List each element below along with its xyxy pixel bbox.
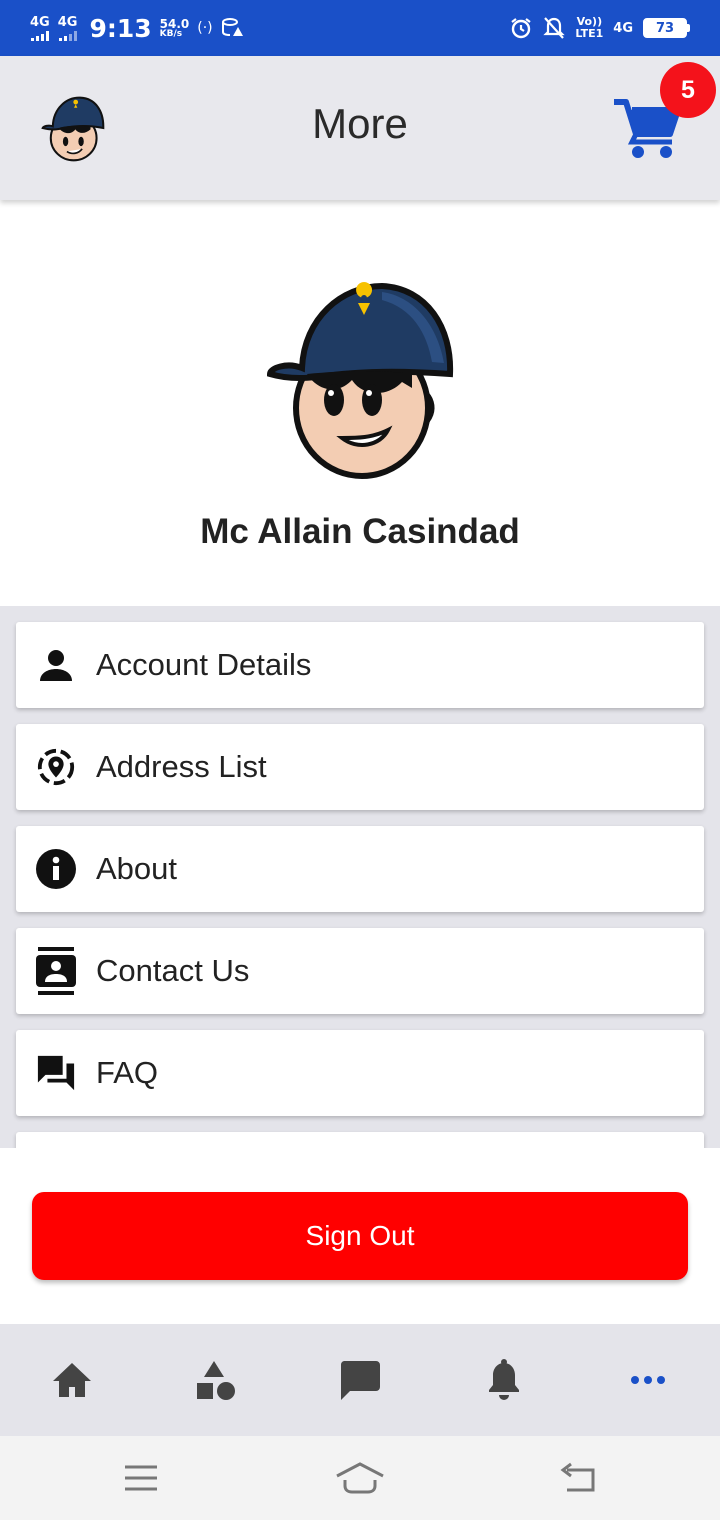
network-type-1: 4G	[30, 14, 50, 30]
battery-level: 73	[643, 18, 687, 38]
messages-icon	[340, 1361, 380, 1400]
back-icon	[560, 1462, 595, 1492]
speed-value: 54.0	[159, 16, 190, 31]
network-type-2: 4G	[57, 14, 78, 30]
mascot-avatar-icon	[266, 282, 454, 479]
battery-icon: 73	[643, 18, 690, 38]
nav-home-button[interactable]	[44, 1352, 100, 1408]
profile-name: Mc Allain Casindad	[200, 512, 520, 551]
profile-avatar	[262, 278, 458, 484]
system-home-button[interactable]	[335, 1456, 385, 1500]
contact-card-icon	[36, 947, 76, 995]
menu-item-label: Address List	[96, 749, 267, 784]
system-navigation	[0, 1436, 720, 1520]
app-header: More	[0, 56, 720, 200]
lte-label: LTE1	[575, 27, 604, 40]
menu-icon	[125, 1465, 157, 1491]
silent-bell-icon	[543, 17, 566, 39]
menu-item-address-list[interactable]: Address List	[16, 724, 704, 810]
menu-item-account-details[interactable]: Account Details	[16, 622, 704, 708]
hotspot-icon: (·)	[197, 20, 213, 36]
person-icon	[36, 645, 76, 685]
nav-categories-button[interactable]	[188, 1352, 244, 1408]
menu-item-about[interactable]: About	[16, 826, 704, 912]
menu-item-label: About	[96, 851, 178, 886]
speed-unit: KB/s	[159, 28, 183, 39]
home-icon	[336, 1462, 384, 1494]
signal-2-indicator: 4G	[57, 14, 78, 41]
system-menu-button[interactable]	[116, 1456, 166, 1500]
nav-messages-button[interactable]	[332, 1352, 388, 1408]
volte-indicator: Vo)) LTE1	[575, 16, 603, 39]
menu-item-label: Account Details	[96, 647, 312, 682]
categories-icon	[197, 1361, 235, 1400]
location-icon	[36, 747, 76, 787]
sign-out-button[interactable]: Sign Out	[32, 1192, 688, 1280]
menu-item-faq[interactable]: FAQ	[16, 1030, 704, 1116]
signout-section: Sign Out	[0, 1148, 720, 1324]
signal-1-indicator: 4G	[30, 16, 50, 41]
menu-item-label: Contact Us	[96, 953, 250, 988]
clock: 9:13	[89, 13, 152, 43]
mascot-avatar-icon	[41, 96, 105, 162]
system-back-button[interactable]	[554, 1456, 604, 1500]
menu-list: Account Details Address List About Conta…	[0, 606, 720, 1148]
cart-count-badge: 5	[660, 62, 716, 118]
menu-item-contact-us[interactable]: Contact Us	[16, 928, 704, 1014]
notifications-icon	[489, 1359, 519, 1400]
header-avatar[interactable]	[40, 94, 106, 164]
data-saver-icon	[221, 18, 243, 36]
status-bar: 4G 4G 9:13 54.0 KB/s (·) Vo)) LTE1 4G 73	[0, 0, 720, 56]
menu-item-partial[interactable]	[16, 1132, 704, 1148]
menu-item-label: FAQ	[96, 1055, 159, 1090]
nav-more-button[interactable]	[620, 1352, 676, 1408]
chat-bubbles-icon	[36, 1053, 76, 1093]
alarm-icon	[511, 18, 532, 39]
home-icon	[53, 1363, 91, 1397]
info-icon	[36, 849, 76, 889]
more-icon	[631, 1376, 665, 1384]
network-type-3: 4G	[613, 20, 633, 36]
bottom-navigation	[0, 1324, 720, 1436]
network-speed: 54.0 KB/s	[160, 18, 190, 39]
nav-notifications-button[interactable]	[476, 1352, 532, 1408]
